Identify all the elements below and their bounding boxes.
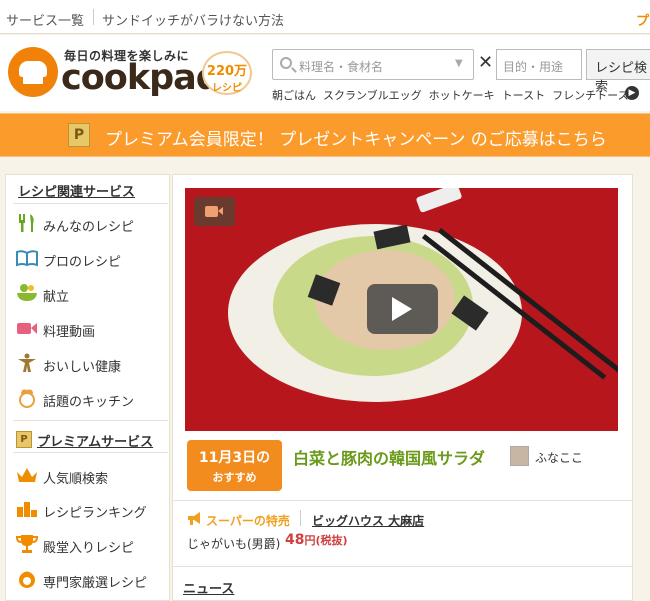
- chef-hat-logo-icon[interactable]: [8, 47, 58, 97]
- popular-keywords: 朝ごはん スクランブルエッグ ホットケーキ トースト フレンチトースト: [272, 87, 647, 103]
- crown-icon: [17, 468, 37, 482]
- search-input[interactable]: 料理名・食材名 ▼: [272, 49, 474, 80]
- divider: [13, 452, 168, 453]
- author-name[interactable]: ふなここ: [535, 449, 583, 466]
- recommendation-badge: 11月3日の おすすめ: [187, 440, 282, 491]
- recommend-label: おすすめ: [212, 471, 257, 484]
- sidebar-item-label: おいしい健康: [43, 360, 122, 375]
- sidebar-item-label: みんなのレシピ: [43, 220, 135, 235]
- expert-icon: [19, 571, 35, 588]
- logo-wordmark[interactable]: cookpad: [61, 58, 221, 98]
- chef-icon: [19, 389, 35, 408]
- divider: [13, 203, 168, 204]
- trending-topic-link[interactable]: サンドイッチがバラけない方法: [102, 10, 284, 29]
- search-icon: [280, 57, 292, 69]
- sale-item-name: じゃがいも(男爵): [187, 537, 281, 551]
- divider: [173, 500, 632, 501]
- premium-campaign-banner[interactable]: P プレミアム会員限定！ プレゼントキャンペーン のご応募はこちら: [0, 113, 650, 157]
- sidebar-item-label: 献立: [43, 290, 70, 305]
- ranking-icon: [17, 502, 37, 517]
- section-title-premium-services[interactable]: プレミアムサービス: [37, 431, 153, 450]
- book-icon: [16, 250, 38, 267]
- supermarket-sale-label: スーパーの特売: [206, 514, 290, 528]
- sidebar-item-label: 料理動画: [43, 325, 96, 340]
- divider: [173, 566, 632, 567]
- chevron-down-icon[interactable]: ▼: [455, 58, 463, 69]
- chevron-right-icon[interactable]: ▶: [625, 86, 639, 100]
- recipe-search-button[interactable]: レシピ検索: [586, 49, 650, 95]
- sidebar-item-label: 専門家厳選レシピ: [43, 576, 148, 591]
- sidebar-item-label: 殿堂入りレシピ: [43, 541, 135, 556]
- premium-p-icon: P: [68, 123, 90, 147]
- sidebar-item-label: 話題のキッチン: [43, 395, 135, 410]
- play-button[interactable]: [367, 284, 438, 334]
- keyword-link[interactable]: トースト: [502, 89, 545, 102]
- megaphone-icon: [188, 512, 200, 525]
- section-title-recipe-services[interactable]: レシピ関連サービス: [18, 181, 135, 200]
- purpose-input[interactable]: 目的・用途: [496, 49, 582, 80]
- video-camera-icon: [194, 197, 235, 226]
- topbar-divider: [93, 9, 94, 25]
- sidebar-item-menu[interactable]: 献立: [14, 282, 169, 306]
- purpose-placeholder: 目的・用途: [503, 60, 564, 74]
- person-icon: [18, 353, 36, 372]
- search-placeholder: 料理名・食材名: [299, 60, 384, 74]
- trophy-icon: [16, 535, 38, 553]
- video-camera-icon: [17, 323, 37, 334]
- sidebar-item-popularity-search[interactable]: 人気順検索: [14, 464, 169, 488]
- sidebar-item-recipe-ranking[interactable]: レシピランキング: [14, 498, 169, 522]
- premium-p-icon: P: [16, 431, 32, 448]
- sidebar-item-cooking-videos[interactable]: 料理動画: [14, 317, 169, 341]
- sale-price: 48円(税抜): [285, 532, 348, 548]
- recipe-count-unit: レシピ: [212, 83, 242, 94]
- divider: [13, 420, 168, 421]
- author-avatar[interactable]: [510, 446, 529, 466]
- sidebar-item-healthy[interactable]: おいしい健康: [14, 352, 169, 376]
- times-icon: ✕: [478, 52, 494, 73]
- sidebar-item-hall-of-fame[interactable]: 殿堂入りレシピ: [14, 533, 169, 557]
- sidebar: レシピ関連サービス みんなのレシピ プロのレシピ 献立 料理動画 おいしい健康 …: [5, 174, 170, 601]
- price-value: 48: [285, 532, 305, 548]
- recommend-date: 11月3日の: [198, 450, 271, 466]
- top-bar: サービス一覧 サンドイッチがバラけない方法 プ: [0, 0, 650, 34]
- recipe-title-link[interactable]: 白菜と豚肉の韓国風サラダ: [293, 445, 485, 469]
- keyword-link[interactable]: 朝ごはん: [272, 89, 316, 102]
- premium-link[interactable]: プ: [636, 10, 649, 29]
- banner-text: プレミアム会員限定！ プレゼントキャンペーン のご応募はこちら: [105, 130, 607, 150]
- chopstick-rest: [415, 188, 463, 214]
- recipe-count-badge: 220万 レシピ: [202, 51, 252, 95]
- store-link[interactable]: ビッグハウス 大麻店: [312, 512, 424, 529]
- sidebar-item-community-recipes[interactable]: みんなのレシピ: [14, 212, 169, 236]
- keyword-link[interactable]: スクランブルエッグ: [323, 89, 422, 102]
- sidebar-item-pro-recipes[interactable]: プロのレシピ: [14, 247, 169, 271]
- sidebar-item-label: プロのレシピ: [43, 255, 122, 270]
- sidebar-item-trending-kitchen[interactable]: 話題のキッチン: [14, 387, 169, 411]
- play-icon: [392, 297, 412, 321]
- recipe-count-number: 220万: [206, 64, 248, 79]
- sidebar-item-label: レシピランキング: [43, 506, 147, 521]
- keyword-link[interactable]: ホットケーキ: [429, 89, 495, 102]
- fork-knife-icon: [19, 214, 34, 232]
- price-unit: 円(税抜): [304, 534, 348, 547]
- sidebar-item-expert-recipes[interactable]: 専門家厳選レシピ: [14, 568, 169, 592]
- bowl-icon: [17, 284, 37, 301]
- news-heading[interactable]: ニュース: [183, 578, 234, 597]
- service-list-link[interactable]: サービス一覧: [6, 10, 84, 29]
- sidebar-item-label: 人気順検索: [43, 472, 109, 487]
- divider: [300, 510, 301, 526]
